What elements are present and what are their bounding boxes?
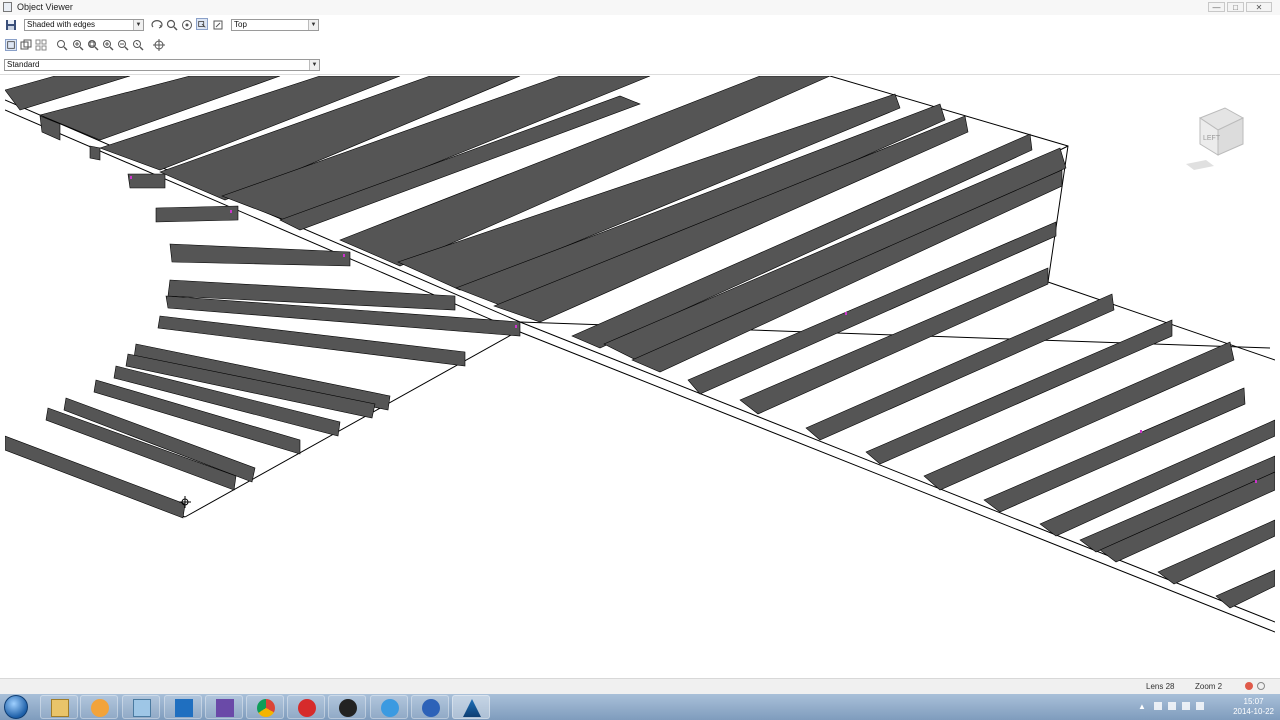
tray-expand-icon[interactable]: ▲ bbox=[1138, 702, 1146, 711]
taskbar-app-settings[interactable] bbox=[411, 695, 449, 719]
volume-icon[interactable] bbox=[1182, 702, 1190, 710]
network-icon[interactable] bbox=[1168, 702, 1176, 710]
taskbar-app-chrome[interactable] bbox=[246, 695, 284, 719]
center-icon[interactable] bbox=[153, 39, 165, 51]
toolbar-style: Standard ▼ bbox=[0, 56, 1280, 75]
record-indicator-icon bbox=[1245, 682, 1253, 690]
window-title: Object Viewer bbox=[17, 2, 73, 12]
toolbar-zoom bbox=[0, 36, 1280, 56]
outlook-icon bbox=[175, 699, 193, 717]
taskbar-app-notepad[interactable] bbox=[122, 695, 160, 719]
taskbar-app-opera[interactable] bbox=[287, 695, 325, 719]
shade-mode-select[interactable]: Shaded with edges ▼ bbox=[24, 19, 144, 31]
zoom-icon[interactable] bbox=[166, 19, 178, 31]
view-single-icon[interactable] bbox=[5, 39, 17, 51]
taskbar-app-media-player[interactable] bbox=[80, 695, 118, 719]
minimize-button[interactable]: — bbox=[1208, 2, 1225, 12]
model-viewport[interactable]: LEFT bbox=[5, 76, 1275, 670]
clock[interactable]: 15:07 2014-10-22 bbox=[1233, 697, 1274, 717]
system-tray: ▲ 15:07 2014-10-22 bbox=[1130, 694, 1280, 720]
viewcube[interactable]: LEFT bbox=[1186, 107, 1245, 170]
view-select[interactable]: Top ▼ bbox=[231, 19, 319, 31]
view-multi-icon[interactable] bbox=[35, 39, 47, 51]
visual-style-value: Standard bbox=[7, 60, 40, 69]
taskbar-app-outlook[interactable] bbox=[164, 695, 202, 719]
orbit-icon[interactable] bbox=[151, 19, 163, 31]
taskbar-app-autocad[interactable] bbox=[452, 695, 490, 719]
clock-time: 15:07 bbox=[1243, 697, 1264, 706]
zoom-out-icon[interactable] bbox=[117, 39, 129, 51]
shade-mode-value: Shaded with edges bbox=[27, 20, 96, 29]
flag-icon[interactable] bbox=[1154, 702, 1162, 710]
taskbar-app-explorer[interactable] bbox=[40, 695, 78, 719]
taskbar-app-visual-studio[interactable] bbox=[205, 695, 243, 719]
chrome-icon bbox=[257, 699, 275, 717]
viewcube-face-label: LEFT bbox=[1203, 135, 1221, 142]
status-bar: Lens 28 Zoom 2 bbox=[0, 678, 1280, 695]
maximize-button[interactable]: □ bbox=[1227, 2, 1244, 12]
start-button[interactable] bbox=[4, 695, 28, 719]
zoom-realtime-icon[interactable] bbox=[56, 39, 68, 51]
lens-readout: Lens 28 bbox=[1146, 682, 1175, 691]
folder-icon bbox=[51, 699, 69, 717]
zoom-readout: Zoom 2 bbox=[1195, 682, 1223, 691]
taskbar: ▲ 15:07 2014-10-22 bbox=[0, 694, 1280, 720]
obs-icon bbox=[339, 699, 357, 717]
zoom-window-icon[interactable] bbox=[87, 39, 99, 51]
save-icon[interactable] bbox=[5, 19, 17, 31]
chevron-down-icon: ▼ bbox=[308, 20, 318, 30]
status-circle-icon bbox=[1257, 682, 1265, 690]
zoom-in-icon[interactable] bbox=[72, 39, 84, 51]
visual-studio-icon bbox=[216, 699, 234, 717]
app-icon bbox=[3, 2, 12, 12]
title-bar: Object Viewer — □ ✕ bbox=[0, 0, 1280, 15]
structure-model: LEFT bbox=[5, 76, 1275, 633]
zoom-previous-icon[interactable] bbox=[132, 39, 144, 51]
window-controls: — □ ✕ bbox=[1208, 2, 1272, 12]
view-value: Top bbox=[234, 20, 247, 29]
battery-icon[interactable] bbox=[1196, 702, 1204, 710]
taskbar-app-obs[interactable] bbox=[328, 695, 366, 719]
notepad-icon bbox=[133, 699, 151, 717]
media-player-icon bbox=[91, 699, 109, 717]
chevron-down-icon: ▼ bbox=[309, 60, 319, 70]
autocad-icon bbox=[463, 699, 481, 717]
view-copy-icon[interactable] bbox=[20, 39, 32, 51]
settings-icon bbox=[422, 699, 440, 717]
pan-icon[interactable] bbox=[181, 19, 193, 31]
taskbar-app-internet-explorer[interactable] bbox=[370, 695, 408, 719]
clock-date: 2014-10-22 bbox=[1233, 707, 1274, 716]
opera-icon bbox=[298, 699, 316, 717]
walk-icon[interactable] bbox=[196, 18, 208, 30]
look-icon[interactable] bbox=[212, 19, 224, 31]
visual-style-select[interactable]: Standard ▼ bbox=[4, 59, 320, 71]
zoom-extents-icon[interactable] bbox=[102, 39, 114, 51]
close-button[interactable]: ✕ bbox=[1246, 2, 1272, 12]
internet-explorer-icon bbox=[381, 699, 399, 717]
toolbar-shading: Shaded with edges ▼ Top ▼ bbox=[0, 15, 1280, 36]
chevron-down-icon: ▼ bbox=[133, 20, 143, 30]
